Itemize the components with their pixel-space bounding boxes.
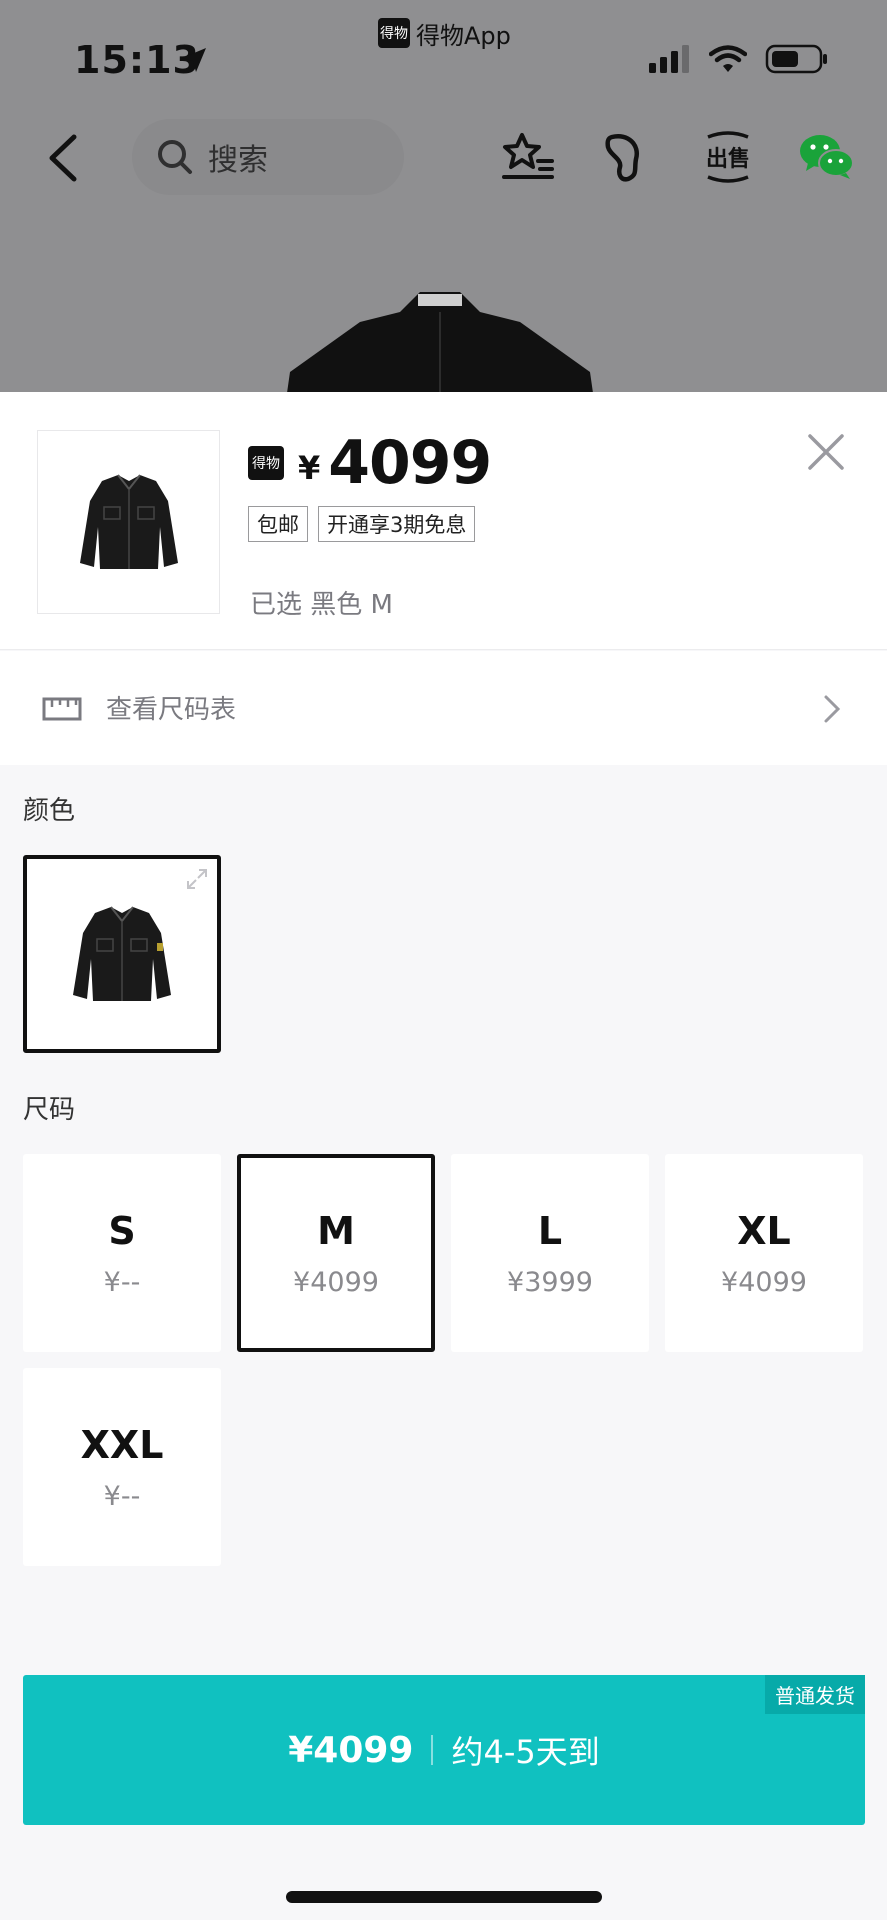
- wechat-share-icon[interactable]: [798, 129, 856, 185]
- size-option-s[interactable]: S ¥--: [23, 1154, 221, 1352]
- source-app-badge[interactable]: 得物 得物App: [378, 16, 511, 50]
- search-bar[interactable]: 搜索: [132, 119, 404, 195]
- promo-tags: 包邮 开通享3期免息: [248, 506, 476, 542]
- price-value: 4099: [328, 428, 492, 498]
- size-section-title: 尺码: [23, 1095, 76, 1125]
- size-option-xxl[interactable]: XXL ¥--: [23, 1368, 221, 1566]
- size-option-l[interactable]: L ¥3999: [451, 1154, 649, 1352]
- product-thumbnail[interactable]: [37, 430, 220, 614]
- wifi-icon: [709, 45, 747, 72]
- size-option-xl[interactable]: XL ¥4099: [665, 1154, 863, 1352]
- battery-icon: [765, 44, 827, 74]
- selected-variant-label: 已选 黑色 M: [250, 590, 393, 620]
- color-option-black[interactable]: [23, 855, 221, 1053]
- location-arrow-icon: [182, 48, 206, 72]
- footprint-icon[interactable]: [598, 129, 654, 185]
- chevron-right-icon: [824, 695, 841, 723]
- home-indicator[interactable]: [286, 1891, 602, 1903]
- size-price: ¥4099: [721, 1266, 807, 1298]
- close-icon[interactable]: [806, 432, 846, 472]
- sell-button[interactable]: 出售: [700, 129, 756, 185]
- back-arrow-icon[interactable]: [44, 133, 84, 183]
- color-section-title: 颜色: [23, 796, 76, 826]
- shipping-type-badge: 普通发货: [765, 1675, 865, 1714]
- size-price: ¥--: [103, 1480, 141, 1512]
- ruler-icon: [42, 697, 82, 721]
- buy-divider: [431, 1735, 434, 1765]
- sell-label: 出售: [705, 147, 750, 172]
- size-option-m[interactable]: M ¥4099: [237, 1154, 435, 1352]
- size-label: XL: [737, 1208, 791, 1253]
- tag-installment: 开通享3期免息: [318, 506, 476, 542]
- price-row: 得物 ¥ 4099: [248, 428, 492, 498]
- size-chart-label: 查看尺码表: [106, 695, 237, 725]
- search-icon: [158, 140, 192, 174]
- buy-price: ¥4099: [288, 1729, 414, 1771]
- currency-symbol: ¥: [298, 449, 321, 487]
- size-price: ¥3999: [507, 1266, 593, 1298]
- dewu-logo-icon: 得物: [248, 446, 284, 480]
- dewu-logo-icon: 得物: [378, 18, 410, 48]
- sheet-header: 得物 ¥ 4099 包邮 开通享3期免息 已选 黑色 M: [0, 392, 887, 650]
- sku-selector-sheet: 得物 ¥ 4099 包邮 开通享3期免息 已选 黑色 M 查看尺码表 颜色 尺码…: [0, 392, 887, 1920]
- size-label: XXL: [80, 1422, 164, 1467]
- jacket-image: [73, 906, 171, 1001]
- product-nav-bar: 搜索 出售: [0, 115, 887, 199]
- size-price: ¥--: [103, 1266, 141, 1298]
- background-product-image: [287, 292, 593, 392]
- delivery-eta: 约4-5天到: [451, 1733, 600, 1771]
- size-label: L: [537, 1208, 563, 1253]
- size-chart-row[interactable]: 查看尺码表: [0, 651, 887, 765]
- search-placeholder: 搜索: [208, 143, 268, 178]
- size-label: S: [108, 1208, 136, 1253]
- size-label: M: [317, 1208, 355, 1253]
- tag-free-shipping: 包邮: [248, 506, 308, 542]
- status-bar: 15:13 得物 得物App: [0, 0, 887, 110]
- source-app-name: 得物App: [416, 21, 511, 50]
- expand-icon[interactable]: [185, 867, 209, 891]
- background-product-page: 15:13 得物 得物App 搜索 出售: [0, 0, 887, 392]
- cellular-signal-icon: [649, 45, 689, 73]
- buy-button[interactable]: ¥4099 约4-5天到 普通发货: [23, 1675, 865, 1825]
- favorite-star-icon[interactable]: [500, 129, 556, 185]
- jacket-image: [79, 474, 178, 569]
- size-price: ¥4099: [293, 1266, 379, 1298]
